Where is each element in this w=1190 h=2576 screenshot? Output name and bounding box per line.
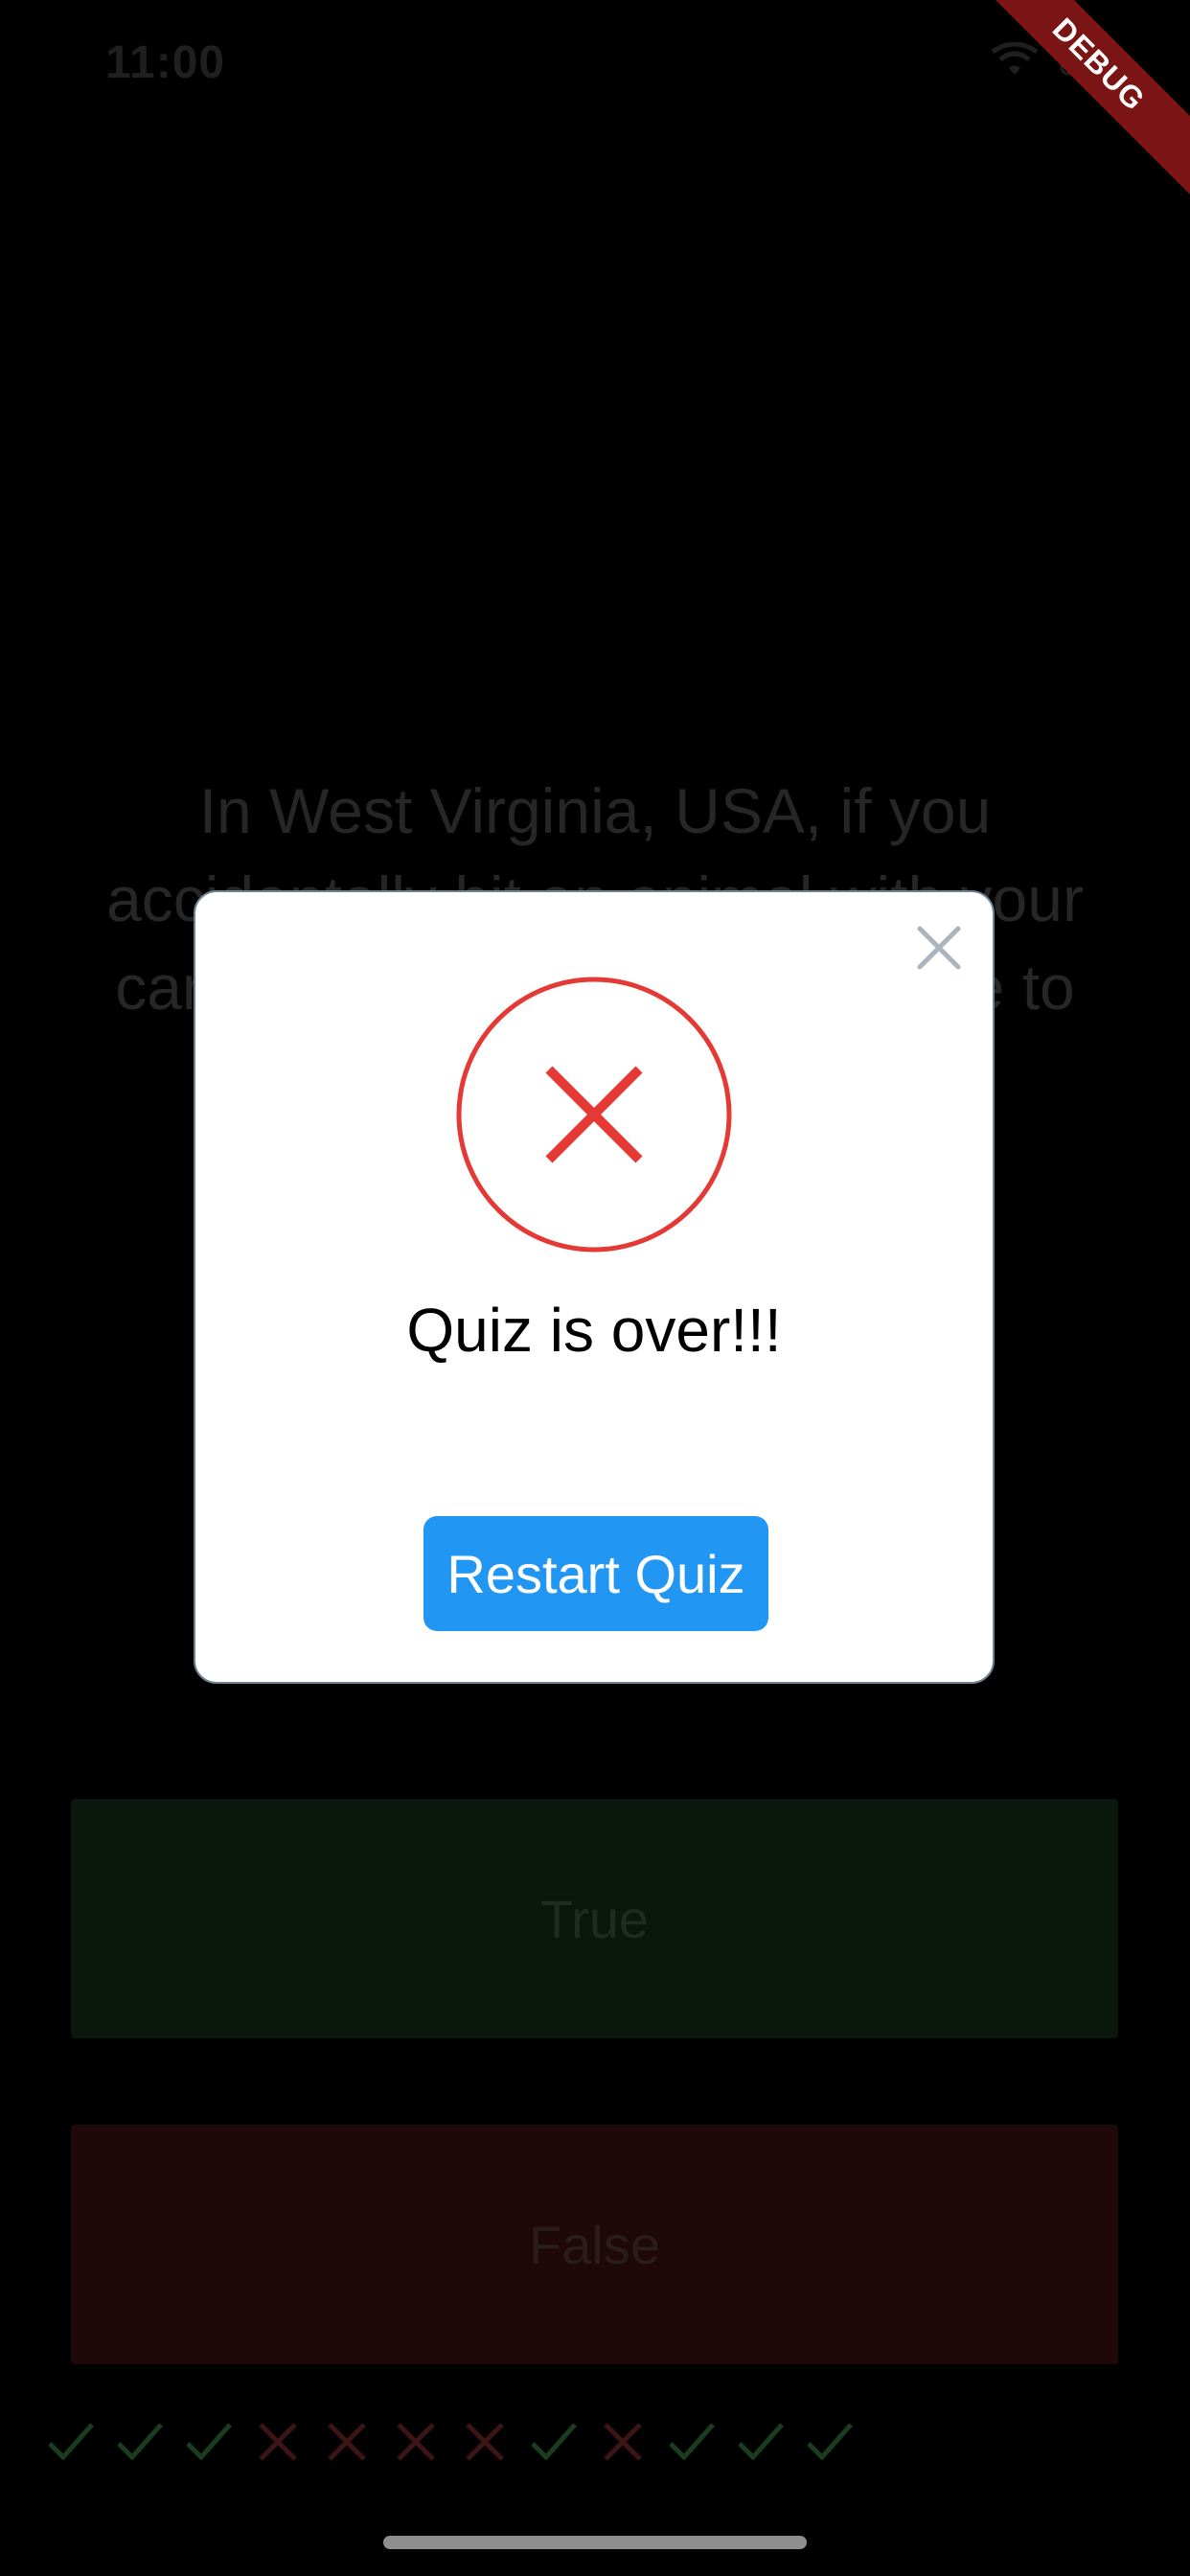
check-icon [174, 2415, 243, 2469]
cross-icon [450, 2415, 519, 2469]
check-icon [36, 2415, 105, 2469]
status-time: 11:00 [105, 37, 226, 88]
check-icon [657, 2415, 726, 2469]
close-icon[interactable] [912, 921, 966, 975]
check-icon [105, 2415, 174, 2469]
check-icon [519, 2415, 588, 2469]
check-icon [726, 2415, 795, 2469]
status-bar: 11:00 [0, 0, 1190, 125]
wifi-icon [991, 42, 1039, 75]
false-button[interactable]: False [71, 2125, 1118, 2364]
cross-icon [243, 2415, 312, 2469]
true-button-label: True [539, 1888, 650, 1949]
dialog-title: Quiz is over!!! [406, 1296, 782, 1365]
quiz-over-dialog: Quiz is over!!! Restart Quiz [194, 890, 995, 1684]
home-indicator[interactable] [383, 2536, 807, 2549]
cross-icon [381, 2415, 450, 2469]
score-keeper [36, 2415, 864, 2469]
cross-icon [588, 2415, 657, 2469]
error-x-icon [456, 977, 732, 1253]
check-icon [795, 2415, 864, 2469]
true-button[interactable]: True [71, 1799, 1118, 2038]
false-button-label: False [529, 2214, 660, 2275]
cross-icon [312, 2415, 381, 2469]
restart-quiz-button[interactable]: Restart Quiz [423, 1516, 768, 1631]
quiz-screen: 11:00 DEBUG In West Virginia, USA, if yo… [0, 0, 1190, 2576]
